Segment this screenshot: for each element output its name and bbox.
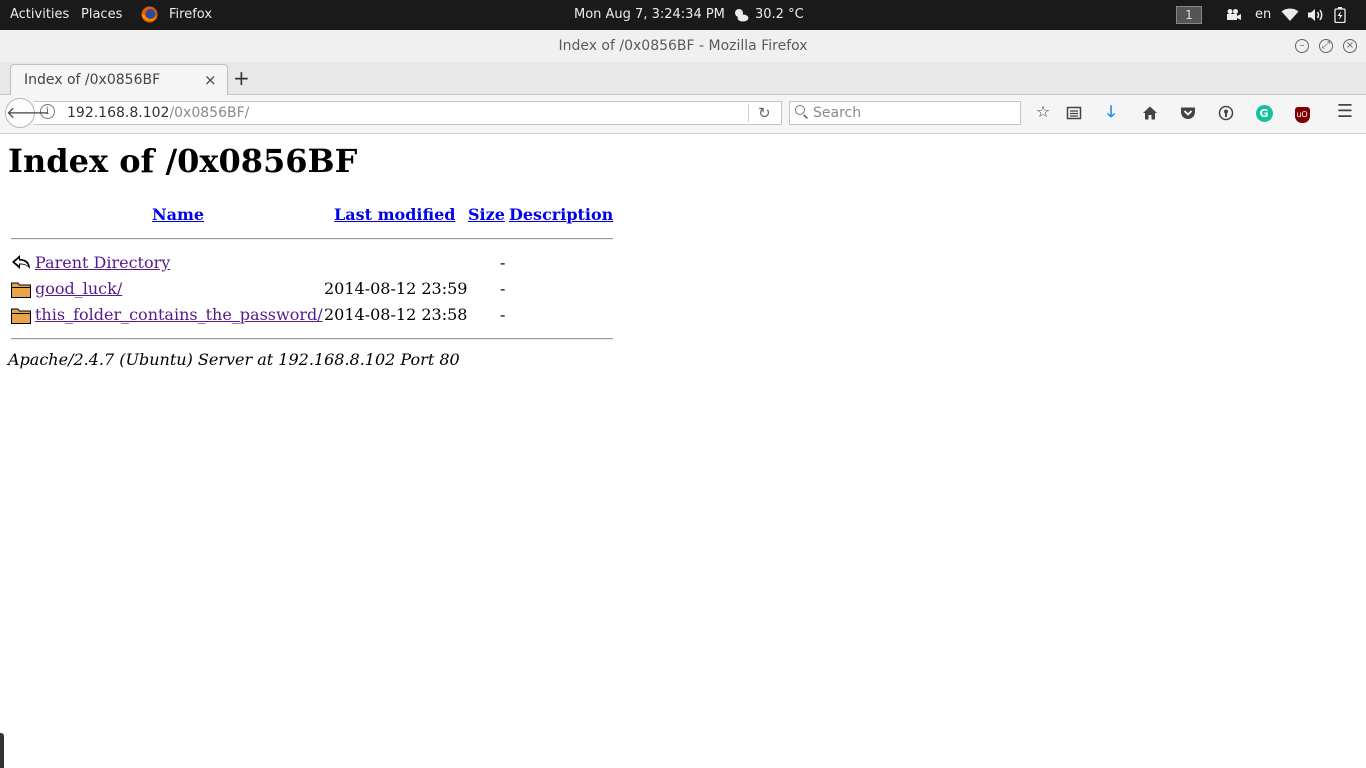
folder-link-password[interactable]: this_folder_contains_the_password/ bbox=[35, 302, 323, 328]
file-size: - bbox=[500, 253, 506, 272]
activities-button[interactable]: Activities bbox=[10, 0, 69, 30]
page-content: Index of /0x0856BF Name Last modified Si… bbox=[0, 134, 1366, 768]
bookmarks-list-icon[interactable] bbox=[1062, 100, 1086, 124]
workspace-indicator[interactable]: 1 bbox=[1176, 6, 1202, 24]
folder-link-good-luck[interactable]: good_luck/ bbox=[35, 276, 122, 302]
file-size: - bbox=[500, 305, 506, 324]
reload-icon[interactable]: ↻ bbox=[758, 102, 771, 124]
temperature-label[interactable]: 30.2 °C bbox=[755, 0, 804, 30]
pocket-icon[interactable] bbox=[1176, 100, 1200, 124]
parent-directory-link[interactable]: Parent Directory bbox=[35, 250, 170, 276]
maximize-icon[interactable]: ⤢ bbox=[1319, 39, 1333, 53]
bookmark-star-icon[interactable]: ☆ bbox=[1031, 100, 1055, 124]
password-manager-icon[interactable] bbox=[1214, 100, 1238, 124]
close-window-icon[interactable]: × bbox=[1343, 39, 1357, 53]
video-camera-icon[interactable] bbox=[1226, 0, 1242, 30]
last-modified: 2014-08-12 23:59 bbox=[324, 279, 468, 298]
search-placeholder: Search bbox=[813, 105, 862, 121]
app-menu-firefox[interactable]: Firefox bbox=[169, 0, 212, 30]
grammarly-icon[interactable]: G bbox=[1252, 100, 1276, 124]
back-button[interactable]: 🡐 bbox=[5, 98, 49, 128]
tab-close-icon[interactable]: × bbox=[204, 65, 217, 95]
column-header-size[interactable]: Size bbox=[468, 204, 505, 226]
hamburger-menu-icon[interactable]: ☰ bbox=[1333, 100, 1357, 124]
gnome-top-bar: Activities Places Firefox Mon Aug 7, 3:2… bbox=[0, 0, 1366, 30]
ublock-origin-icon[interactable]: uO bbox=[1290, 100, 1314, 124]
home-icon[interactable] bbox=[1138, 100, 1162, 124]
url-text[interactable]: 192.168.8.102/0x0856BF/ bbox=[67, 102, 249, 124]
tab-index[interactable]: Index of /0x0856BF × bbox=[10, 64, 228, 95]
back-arrow-icon: 🡐 bbox=[6, 103, 49, 122]
divider bbox=[11, 338, 613, 340]
tab-strip: Index of /0x0856BF × + bbox=[0, 62, 1366, 95]
file-size: - bbox=[500, 279, 506, 298]
back-arrow-icon bbox=[11, 254, 31, 272]
url-host: 192.168.8.102 bbox=[67, 105, 170, 121]
url-path: /0x0856BF/ bbox=[169, 105, 250, 121]
download-icon[interactable]: 🡓 bbox=[1099, 100, 1123, 124]
divider bbox=[11, 238, 613, 240]
folder-icon bbox=[11, 306, 31, 324]
column-header-description[interactable]: Description bbox=[509, 204, 613, 226]
url-bar[interactable]: i 192.168.8.102/0x0856BF/ ↻ bbox=[34, 101, 782, 125]
new-tab-button[interactable]: + bbox=[233, 63, 250, 93]
search-icon bbox=[795, 105, 805, 115]
battery-icon[interactable] bbox=[1334, 0, 1346, 30]
column-header-last-modified[interactable]: Last modified bbox=[334, 204, 455, 226]
server-signature: Apache/2.4.7 (Ubuntu) Server at 192.168.… bbox=[8, 350, 460, 369]
url-separator bbox=[748, 104, 749, 122]
minimize-icon[interactable]: – bbox=[1295, 39, 1309, 53]
language-indicator[interactable]: en bbox=[1255, 0, 1271, 30]
window-title-bar: Index of /0x0856BF - Mozilla Firefox – ⤢… bbox=[0, 30, 1366, 62]
wifi-icon[interactable] bbox=[1281, 0, 1299, 30]
weather-icon[interactable] bbox=[733, 8, 749, 22]
corner-handle[interactable] bbox=[0, 733, 4, 768]
places-menu[interactable]: Places bbox=[81, 0, 122, 30]
last-modified: 2014-08-12 23:58 bbox=[324, 305, 468, 324]
tab-title: Index of /0x0856BF bbox=[24, 72, 161, 88]
volume-icon[interactable] bbox=[1307, 0, 1325, 30]
column-header-name[interactable]: Name bbox=[152, 204, 204, 226]
clock[interactable]: Mon Aug 7, 3:24:34 PM bbox=[574, 0, 725, 30]
search-box[interactable]: Search bbox=[789, 101, 1021, 125]
folder-icon bbox=[11, 280, 31, 298]
window-title: Index of /0x0856BF - Mozilla Firefox bbox=[558, 38, 808, 54]
navigation-bar: i 192.168.8.102/0x0856BF/ ↻ 🡐 Search ☆ 🡓 bbox=[0, 95, 1366, 134]
page-heading: Index of /0x0856BF bbox=[8, 142, 358, 180]
